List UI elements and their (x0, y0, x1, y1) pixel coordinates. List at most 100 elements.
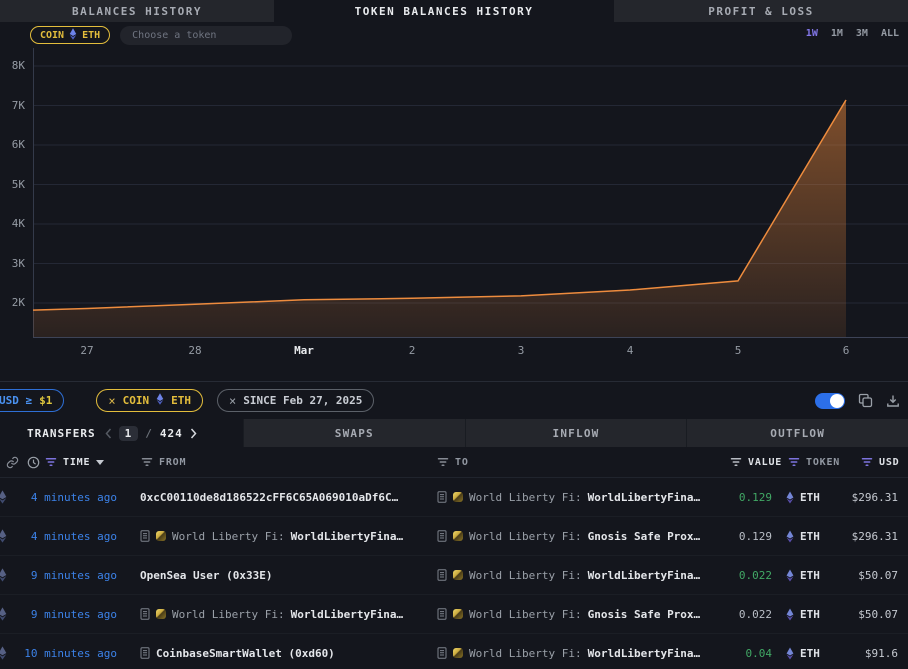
entity-type-label: World Liberty Fi: (172, 530, 285, 543)
entity-name: CoinbaseSmartWallet (0xd60) (156, 647, 335, 660)
column-from[interactable]: FROM (141, 447, 186, 477)
transfer-time[interactable]: 10 minutes ago (0, 634, 117, 669)
entity-type-label: World Liberty Fi: (469, 608, 582, 621)
chevron-right-icon[interactable] (190, 428, 197, 439)
column-token[interactable]: TOKEN (788, 447, 840, 477)
column-value[interactable]: VALUE (730, 447, 782, 477)
transfer-time[interactable]: 9 minutes ago (0, 595, 117, 633)
tab-balances-history[interactable]: BALANCES HISTORY (0, 0, 274, 22)
tab-token-balances-history[interactable]: TOKEN BALANCES HISTORY (274, 0, 614, 22)
chevron-down-icon (96, 460, 104, 465)
column-time[interactable]: TIME (45, 447, 104, 477)
chart-x-tick: 27 (80, 344, 93, 357)
filter-icon (437, 457, 449, 467)
usd-filter-chip[interactable]: USD ≥ $1 (0, 389, 64, 412)
view-tabs: BALANCES HISTORY TOKEN BALANCES HISTORY … (0, 0, 908, 22)
table-row[interactable]: 4 minutes ago 0xcC00110de8d186522cFF6C65… (0, 478, 908, 517)
contract-icon (437, 647, 447, 659)
table-row[interactable]: 9 minutes ago OpenSea User (0x33E) World… (0, 556, 908, 595)
transfer-usd: $50.07 (808, 556, 898, 594)
coin-filter-chip[interactable]: × COIN ETH (96, 389, 203, 412)
table-row[interactable]: 10 minutes ago CoinbaseSmartWallet (0xd6… (0, 634, 908, 669)
transfer-value: 0.022 (640, 595, 772, 633)
table-row[interactable]: 4 minutes ago World Liberty Fi: WorldLibe… (0, 517, 908, 556)
eth-icon (69, 28, 77, 43)
filter-toggle[interactable] (815, 393, 845, 409)
remove-coin-filter-icon[interactable]: × (108, 394, 115, 408)
chart-line (33, 100, 846, 310)
range-1m[interactable]: 1M (831, 28, 843, 39)
since-filter-chip[interactable]: × SINCE Feb 27, 2025 (217, 389, 374, 412)
since-filter-label: SINCE Feb 27, 2025 (243, 394, 362, 407)
entity-avatar-icon (156, 531, 166, 541)
transfers-table: 4 minutes ago 0xcC00110de8d186522cFF6C65… (0, 478, 908, 669)
entity-name: WorldLibertyFina… (291, 530, 404, 543)
balance-history-chart[interactable]: 8K7K6K5K4K3K2K (0, 48, 908, 338)
chart-x-tick: 4 (627, 344, 634, 357)
table-tools (815, 382, 900, 419)
transfer-time[interactable]: 9 minutes ago (0, 556, 117, 594)
current-page: 1 (119, 426, 139, 441)
remove-since-filter-icon[interactable]: × (229, 394, 236, 408)
transfer-from[interactable]: 0xcC00110de8d186522cFF6C65A069010aDf6C… (140, 478, 430, 516)
transfer-time[interactable]: 4 minutes ago (0, 478, 117, 516)
tab-transfers[interactable]: TRANSFERS 1 / 424 (0, 419, 243, 447)
coin-eth-filter-chip[interactable]: COIN ETH (30, 26, 110, 44)
contract-icon (140, 530, 150, 542)
filter-icon (45, 457, 57, 467)
transfer-usd: $296.31 (808, 478, 898, 516)
eth-icon (156, 393, 164, 408)
page-separator: / (145, 427, 153, 440)
copy-icon[interactable] (858, 393, 873, 408)
eth-icon (156, 393, 164, 405)
chart-area-fill (33, 100, 846, 338)
coin-filter-token: ETH (171, 394, 191, 407)
entity-avatar-icon (453, 492, 463, 502)
entity-type-label: World Liberty Fi: (469, 647, 582, 660)
transfer-usd: $50.07 (808, 595, 898, 633)
range-3m[interactable]: 3M (856, 28, 868, 39)
range-1w[interactable]: 1W (806, 28, 818, 39)
transfer-time[interactable]: 4 minutes ago (0, 517, 117, 555)
transfer-from[interactable]: OpenSea User (0x33E) (140, 556, 430, 594)
tab-swaps[interactable]: SWAPS (243, 419, 465, 447)
range-all[interactable]: ALL (881, 28, 899, 39)
entity-avatar-icon (453, 609, 463, 619)
table-header: TIME FROM TO VALUE TOKEN USD (0, 447, 908, 478)
filter-icon (861, 457, 873, 467)
transfers-label: TRANSFERS (27, 427, 96, 440)
token-search-input[interactable] (120, 26, 292, 45)
eth-icon (786, 530, 794, 543)
tab-profit-and-loss[interactable]: PROFIT & LOSS (614, 0, 908, 22)
contract-icon (437, 608, 447, 620)
column-usd[interactable]: USD (861, 447, 899, 477)
contract-icon (437, 491, 447, 503)
table-tabs: TRANSFERS 1 / 424 SWAPS INFLOW OUTFLOW (0, 419, 908, 447)
transfer-value: 0.129 (640, 478, 772, 516)
contract-icon (140, 608, 150, 620)
time-range-selector: 1W 1M 3M ALL (806, 28, 899, 39)
link-column-icon (6, 447, 19, 477)
entity-type-label: World Liberty Fi: (469, 530, 582, 543)
entity-type-label: World Liberty Fi: (172, 608, 285, 621)
transfer-from[interactable]: World Liberty Fi: WorldLibertyFina… (140, 517, 430, 555)
chart-x-tick: 2 (409, 344, 416, 357)
chart-svg[interactable] (0, 48, 908, 338)
eth-icon (786, 569, 794, 582)
eth-icon (786, 491, 794, 504)
transfer-from[interactable]: CoinbaseSmartWallet (0xd60) (140, 634, 430, 669)
table-row[interactable]: 9 minutes ago World Liberty Fi:WorldLibe… (0, 595, 908, 634)
entity-name: OpenSea User (0x33E) (140, 569, 272, 582)
entity-avatar-icon (156, 609, 166, 619)
column-to[interactable]: TO (437, 447, 469, 477)
entity-avatar-icon (453, 531, 463, 541)
tab-outflow[interactable]: OUTFLOW (686, 419, 908, 447)
coin-chip-label: COIN (40, 30, 64, 41)
filter-icon (141, 457, 153, 467)
transfer-from[interactable]: World Liberty Fi:WorldLibertyFina… (140, 595, 430, 633)
tab-inflow[interactable]: INFLOW (465, 419, 687, 447)
eth-icon (786, 608, 794, 621)
download-icon[interactable] (886, 394, 900, 408)
filter-icon (788, 457, 800, 467)
chevron-left-icon[interactable] (105, 428, 112, 439)
